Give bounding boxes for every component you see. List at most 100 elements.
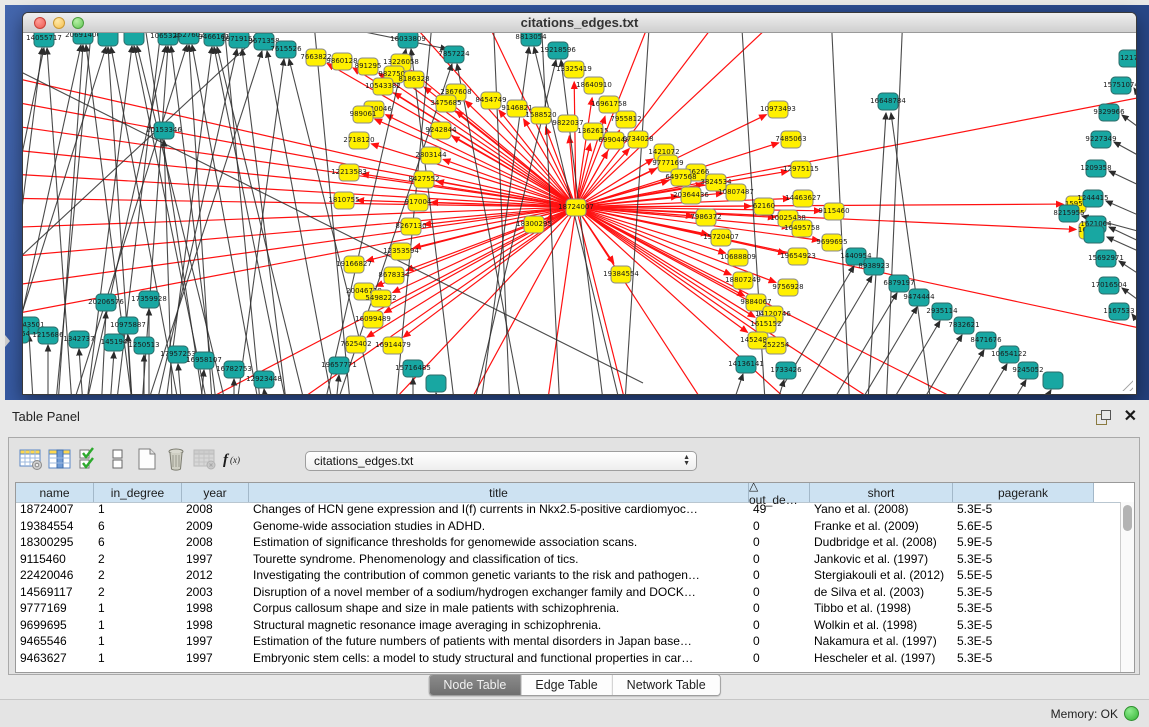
table-cell: Wolkin et al. (1998) bbox=[810, 618, 953, 635]
graph-node-label: 7485063 bbox=[775, 135, 806, 143]
tab-edge-table[interactable]: Edge Table bbox=[521, 675, 612, 695]
column-header-short[interactable]: short bbox=[810, 483, 953, 502]
table-cell: 1998 bbox=[182, 618, 249, 635]
graph-node-label: 15720407 bbox=[703, 233, 739, 241]
column-header-title[interactable]: title bbox=[249, 483, 749, 502]
network-desktop-background: citations_edges.txt 14055717206914061065… bbox=[5, 5, 1149, 400]
column-header-name[interactable]: name bbox=[16, 483, 94, 502]
graph-node-label: 19384554 bbox=[603, 270, 639, 278]
graph-edge bbox=[100, 312, 106, 394]
table-row[interactable]: 946362711997Embryonic stem cells: a mode… bbox=[16, 651, 1121, 668]
table-cell: Genome-wide association studies in ADHD. bbox=[249, 519, 749, 536]
graph-node-label: 8678334 bbox=[378, 271, 410, 279]
table-cell: 1 bbox=[94, 651, 182, 668]
column-header-pagerank[interactable]: pagerank bbox=[953, 483, 1094, 502]
table-row[interactable]: 977716911998Corpus callosum shape and si… bbox=[16, 601, 1121, 618]
graph-node-label: 19166827 bbox=[336, 260, 372, 268]
table-cell: 2008 bbox=[182, 535, 249, 552]
table-row[interactable]: 1872400712008Changes of HCN gene express… bbox=[16, 502, 1121, 519]
table-row[interactable]: 911546021997Tourette syndrome. Phenomeno… bbox=[16, 552, 1121, 569]
svg-text:(x): (x) bbox=[230, 455, 240, 465]
node-table: namein_degreeyeartitle△ out_de…shortpage… bbox=[15, 482, 1135, 673]
table-options-button[interactable] bbox=[17, 446, 44, 476]
table-cell: Dudbridge et al. (2008) bbox=[810, 535, 953, 552]
network-window-titlebar[interactable]: citations_edges.txt bbox=[23, 13, 1136, 33]
graph-edge bbox=[1132, 314, 1136, 331]
graph-node-label: 9242844 bbox=[425, 126, 457, 134]
table-cell: 1997 bbox=[182, 634, 249, 651]
graph-node-label: 10973493 bbox=[760, 105, 796, 113]
scrollbar-thumb[interactable] bbox=[1123, 505, 1132, 531]
graph-node[interactable] bbox=[1084, 226, 1104, 243]
table-cell: 9115460 bbox=[16, 552, 94, 569]
show-column-button[interactable] bbox=[46, 446, 73, 476]
graph-edge bbox=[108, 352, 114, 394]
graph-node-label: 9115460 bbox=[818, 207, 849, 215]
network-canvas[interactable]: 1405571720691406106532871527602946616110… bbox=[23, 33, 1136, 394]
network-window[interactable]: citations_edges.txt 14055717206914061065… bbox=[22, 12, 1137, 395]
table-cell: 9777169 bbox=[16, 601, 94, 618]
delete-table-button[interactable] bbox=[162, 446, 189, 476]
unselect-rows-button[interactable] bbox=[104, 446, 131, 476]
graph-node-label: 13226058 bbox=[383, 58, 419, 66]
graph-node-label: 7857224 bbox=[438, 50, 470, 58]
table-row[interactable]: 969969511998Structural magnetic resonanc… bbox=[16, 618, 1121, 635]
column-header-in_degree[interactable]: in_degree bbox=[94, 483, 182, 502]
table-scrollbar[interactable] bbox=[1120, 502, 1134, 672]
table-cell: Structural magnetic resonance image aver… bbox=[249, 618, 749, 635]
graph-node-label: 9671358 bbox=[248, 37, 279, 45]
function-builder-button[interactable]: f(x) bbox=[220, 446, 247, 476]
graph-node[interactable] bbox=[124, 33, 144, 45]
graph-edge bbox=[1106, 201, 1136, 218]
graph-node[interactable] bbox=[98, 33, 118, 46]
tab-node-table[interactable]: Node Table bbox=[429, 675, 521, 695]
table-cell: 1 bbox=[94, 601, 182, 618]
graph-node-label: 8471676 bbox=[970, 336, 1002, 344]
tab-network-table[interactable]: Network Table bbox=[613, 675, 720, 695]
select-rows-button[interactable] bbox=[75, 446, 102, 476]
table-row[interactable]: 946554611997Estimation of the future num… bbox=[16, 634, 1121, 651]
table-cell: Disruption of a novel member of a sodium… bbox=[249, 585, 749, 602]
close-panel-icon[interactable]: ✕ bbox=[1124, 406, 1137, 426]
graph-node-label: 19218596 bbox=[540, 46, 576, 54]
table-row[interactable]: 1830029562008Estimation of significance … bbox=[16, 535, 1121, 552]
new-table-button[interactable] bbox=[133, 446, 160, 476]
column-header-out_de[interactable]: △ out_de… bbox=[749, 483, 810, 502]
table-cell: 1 bbox=[94, 618, 182, 635]
graph-edge bbox=[1122, 288, 1136, 305]
table-cell: 9463627 bbox=[16, 651, 94, 668]
table-selector-dropdown[interactable]: citations_edges.txt ▲▼ bbox=[305, 451, 697, 471]
graph-node-label: 1733426 bbox=[770, 366, 802, 374]
graph-node-label: 9474444 bbox=[903, 293, 935, 301]
float-panel-icon[interactable] bbox=[1096, 410, 1111, 425]
table-row[interactable]: 1938455462009Genome-wide association stu… bbox=[16, 519, 1121, 536]
table-cell: 2012 bbox=[182, 568, 249, 585]
graph-node-label: 8938923 bbox=[858, 262, 889, 270]
delete-column-button[interactable] bbox=[191, 446, 218, 476]
table-cell: Tourette syndrome. Phenomenology and cla… bbox=[249, 552, 749, 569]
graph-node[interactable] bbox=[426, 375, 446, 392]
unselect-rows-icon bbox=[111, 447, 125, 476]
graph-node-label: 6497568 bbox=[665, 173, 696, 181]
table-cell: 9465546 bbox=[16, 634, 94, 651]
table-row[interactable]: 1456911722003Disruption of a novel membe… bbox=[16, 585, 1121, 602]
graph-node-label: 19657771 bbox=[321, 361, 357, 369]
column-header-year[interactable]: year bbox=[182, 483, 249, 502]
table-cell: Embryonic stem cells: a model to study s… bbox=[249, 651, 749, 668]
graph-node[interactable] bbox=[1043, 372, 1063, 389]
table-cell: 5.9E-5 bbox=[953, 535, 1094, 552]
graph-node-label: 9777169 bbox=[652, 159, 683, 167]
graph-edge bbox=[233, 59, 284, 394]
graph-node-label: 1588520 bbox=[525, 111, 556, 119]
splitter-handle[interactable] bbox=[5, 335, 10, 347]
graph-node-label: 1215686 bbox=[32, 331, 64, 339]
graph-node-label: 18724007 bbox=[558, 203, 594, 211]
graph-node-label: 13325419 bbox=[556, 65, 592, 73]
graph-node-label: 1362615 bbox=[577, 127, 608, 135]
graph-node-label: 7986372 bbox=[690, 213, 721, 221]
graph-node-label: 10688809 bbox=[720, 253, 756, 261]
dropdown-stepper-icon: ▲▼ bbox=[683, 455, 690, 467]
table-row[interactable]: 2242004622012Investigating the contribut… bbox=[16, 568, 1121, 585]
memory-status-label: Memory: OK bbox=[1051, 707, 1118, 721]
graph-edge bbox=[576, 98, 592, 207]
